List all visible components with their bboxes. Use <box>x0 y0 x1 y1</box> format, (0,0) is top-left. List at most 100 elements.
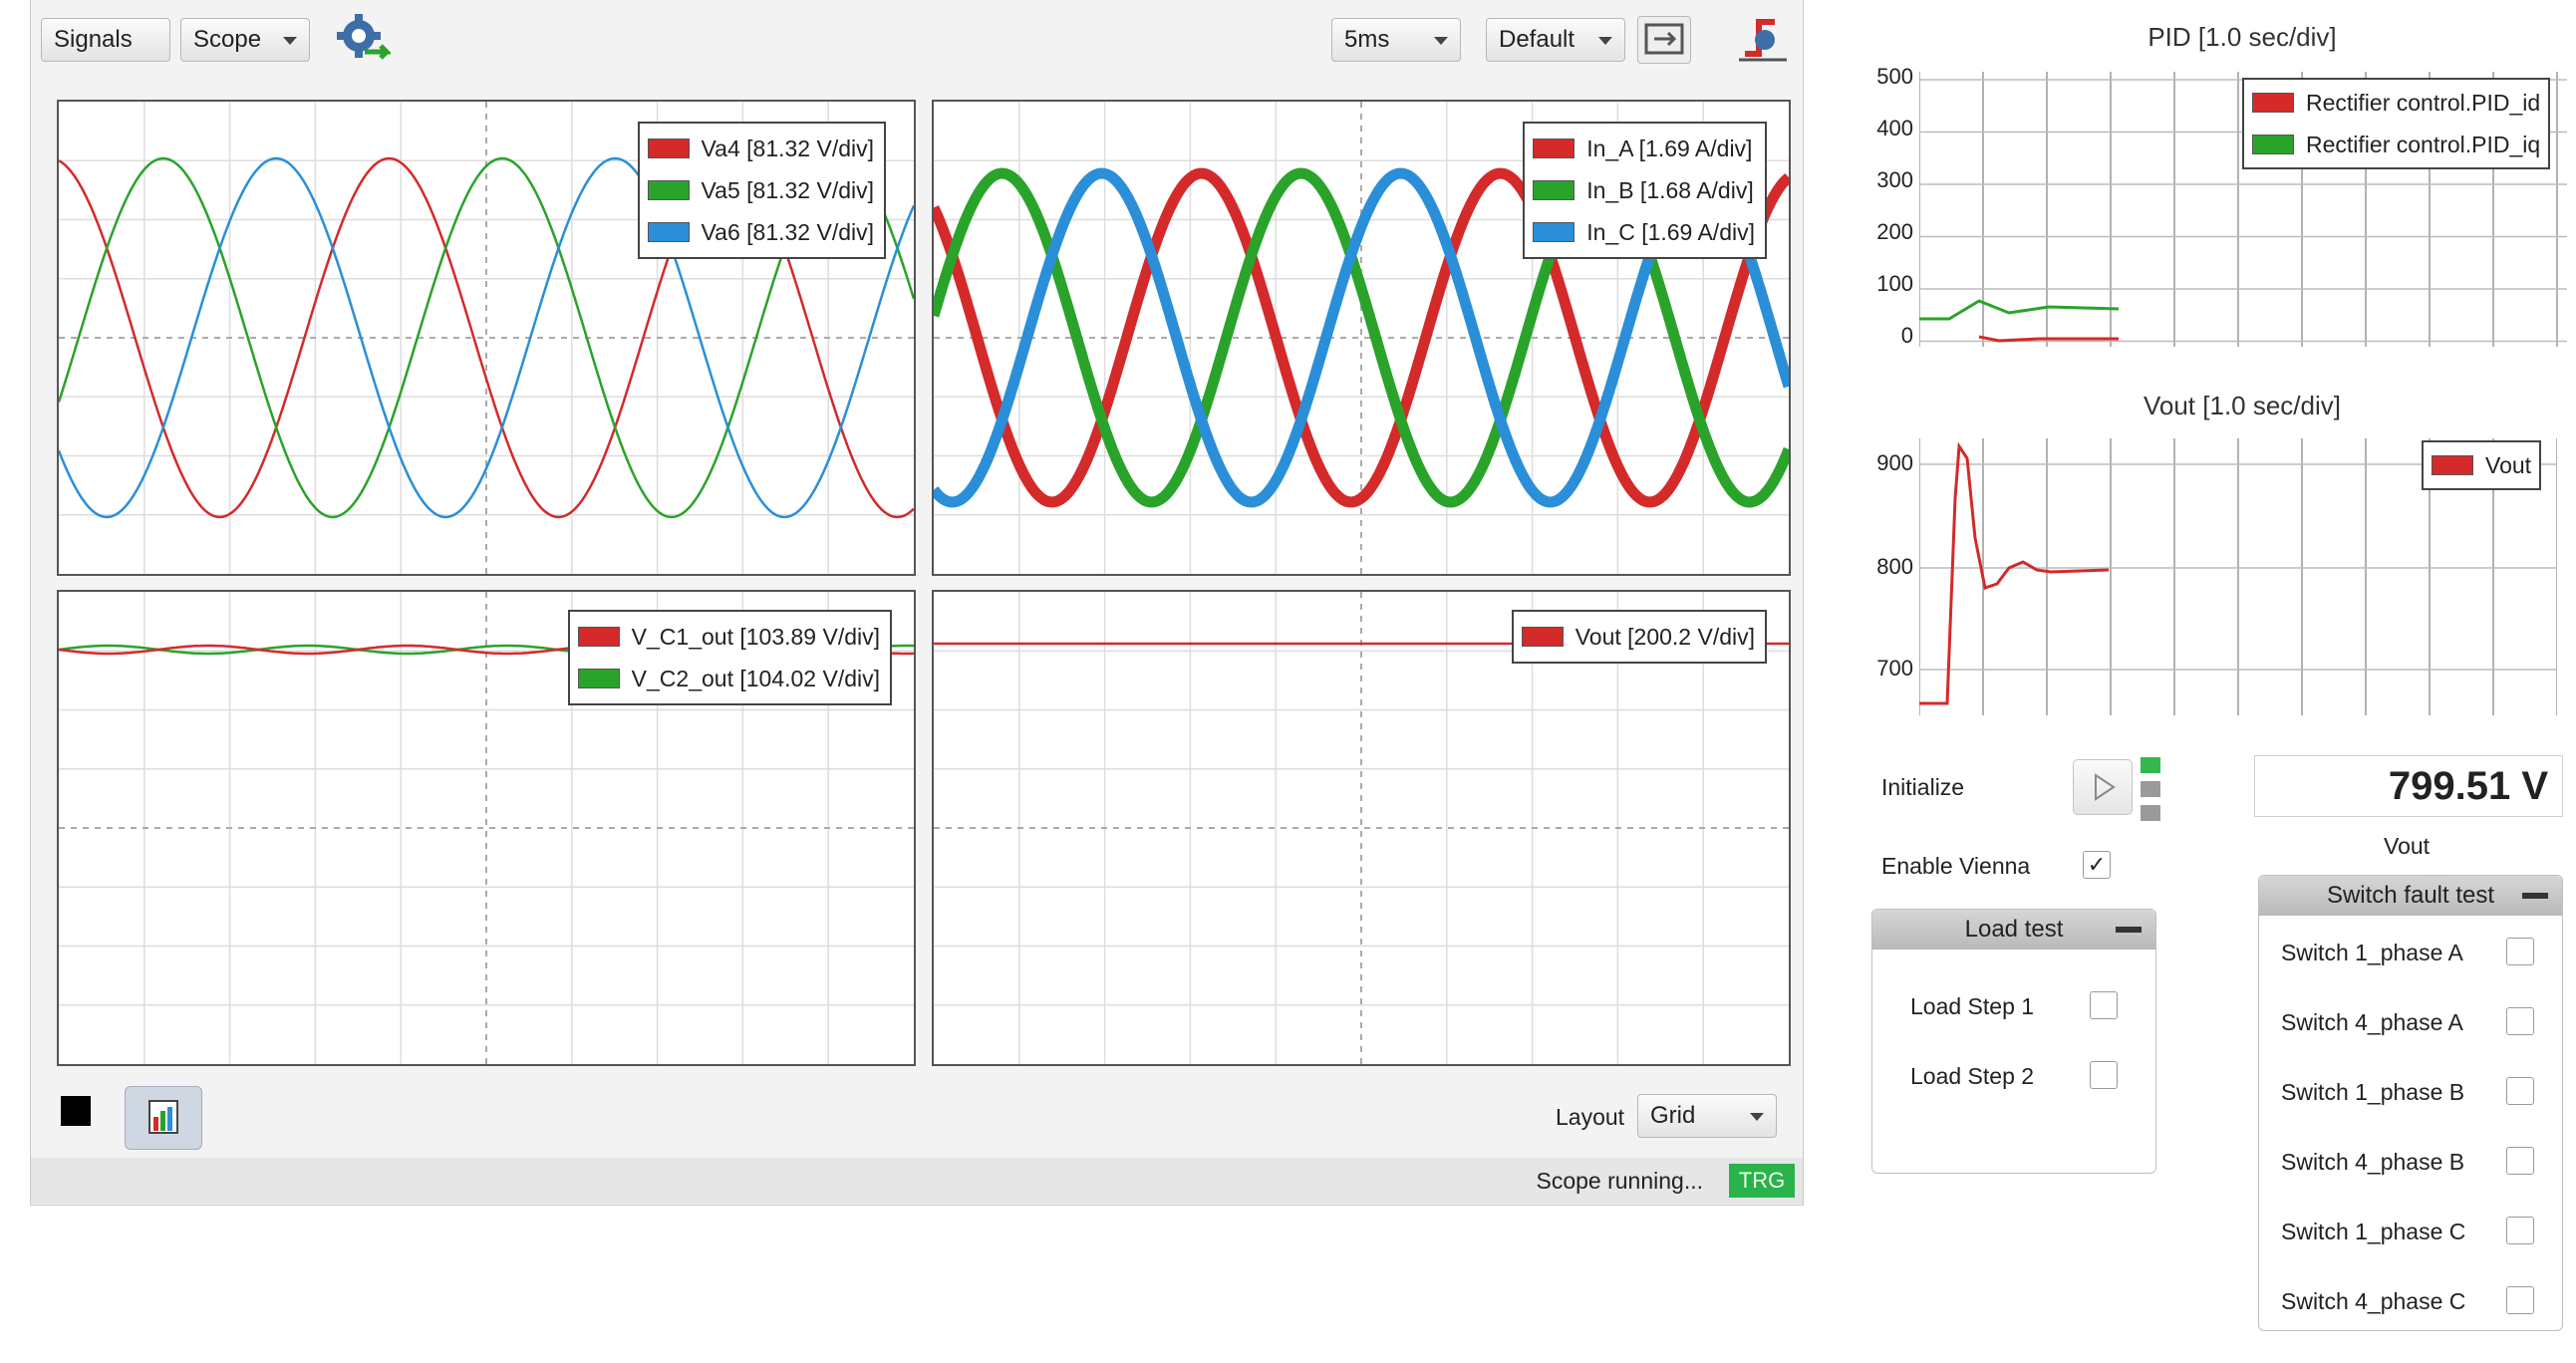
legend-item: Vout <box>2432 444 2531 486</box>
scope-plot-capacitor-voltages[interactable]: V_C1_out [103.89 V/div] V_C2_out [104.02… <box>57 590 916 1066</box>
legend-item: In_A [1.69 A/div] <box>1533 128 1755 169</box>
enable-vienna-checkbox[interactable]: ✓ <box>2083 851 2111 879</box>
vout-ytick: 800 <box>1876 554 1913 579</box>
vout-legend: Vout <box>2422 440 2542 490</box>
vout-chart-title: Vout [1.0 sec/div] <box>2143 391 2341 420</box>
chart-view-icon[interactable] <box>125 1086 202 1150</box>
vout-ytick: 900 <box>1876 450 1913 475</box>
vout-trend-trace <box>1919 441 2110 705</box>
legend-item: In_B [1.68 A/div] <box>1533 169 1755 211</box>
status-led-icon <box>2141 781 2160 797</box>
switch-fault-label: Switch 4_phase A <box>2281 1009 2463 1035</box>
switch-fault-checkbox[interactable] <box>2506 1007 2534 1035</box>
signals-button-label: Signals <box>54 26 133 53</box>
legend-item: In_C [1.69 A/div] <box>1533 211 1755 253</box>
pid-ytick: 100 <box>1876 271 1913 296</box>
pid-ytick: 300 <box>1876 167 1913 192</box>
legend-label: Vout <box>2485 451 2532 478</box>
chevron-down-icon <box>1434 37 1448 45</box>
plot-legend: Vout [200.2 V/div] <box>1511 610 1767 664</box>
play-icon <box>2095 773 2116 801</box>
switch-fault-label: Switch 4_phase C <box>2281 1288 2466 1314</box>
scope-panel: Signals Scope 5ms Default Va4 [81.32 V/d… <box>30 0 1804 1206</box>
load-step-1-checkbox[interactable] <box>2090 991 2118 1019</box>
switch-fault-label: Switch 4_phase B <box>2281 1149 2465 1175</box>
legend-item: Va4 [81.32 V/div] <box>647 128 874 169</box>
preset-value: Default <box>1499 26 1575 53</box>
legend-item: Va5 [81.32 V/div] <box>647 169 874 211</box>
status-led-icon <box>2141 805 2160 821</box>
minimize-icon[interactable] <box>2116 927 2142 933</box>
legend-label: V_C2_out [104.02 V/div] <box>631 665 880 691</box>
legend-label: Vout [200.2 V/div] <box>1574 623 1755 650</box>
legend-label: In_C [1.69 A/div] <box>1586 218 1755 245</box>
scope-select[interactable]: Scope <box>180 18 310 62</box>
status-text: Scope running... <box>1536 1168 1703 1194</box>
switch-fault-checkbox[interactable] <box>2506 1147 2534 1175</box>
enable-vienna-label: Enable Vienna <box>1881 853 2031 879</box>
switch-fault-checkbox[interactable] <box>2506 938 2534 965</box>
plot-legend: Va4 [81.32 V/div] Va5 [81.32 V/div] Va6 … <box>637 122 886 259</box>
pid-legend: Rectifier control.PID_id Rectifier contr… <box>2242 78 2551 169</box>
legend-item: V_C1_out [103.89 V/div] <box>577 616 880 658</box>
preset-select[interactable]: Default <box>1486 18 1625 62</box>
legend-label: Va4 [81.32 V/div] <box>701 135 874 161</box>
switch-fault-test-title: Switch fault test <box>2326 882 2495 909</box>
pid-id-trace <box>1978 335 2119 343</box>
pid-chart-title: PID [1.0 sec/div] <box>2147 22 2337 52</box>
load-test-group: Load test Load Step 1 Load Step 2 <box>1871 909 2156 1174</box>
load-step-1-label: Load Step 1 <box>1910 993 2035 1019</box>
switch-fault-checkbox[interactable] <box>2506 1077 2534 1105</box>
zoom-fit-icon[interactable] <box>1637 16 1691 64</box>
timebase-value: 5ms <box>1344 26 1390 53</box>
pid-ytick: 0 <box>1900 323 1913 348</box>
legend-item: Va6 [81.32 V/div] <box>647 211 874 253</box>
plot-legend: V_C1_out [103.89 V/div] V_C2_out [104.02… <box>567 610 892 705</box>
vout-display: 799.51 V <box>2254 755 2563 817</box>
timebase-select[interactable]: 5ms <box>1331 18 1461 62</box>
scope-plot-phase-currents[interactable]: In_A [1.69 A/div] In_B [1.68 A/div] In_C… <box>932 100 1791 576</box>
load-step-2-label: Load Step 2 <box>1910 1063 2035 1089</box>
status-bar: Scope running... TRG <box>31 1158 1803 1204</box>
legend-item: Rectifier control.PID_iq <box>2252 124 2540 165</box>
legend-label: In_A [1.69 A/div] <box>1586 135 1753 161</box>
legend-label: In_B [1.68 A/div] <box>1586 176 1754 203</box>
legend-item: V_C2_out [104.02 V/div] <box>577 658 880 699</box>
plot-legend: In_A [1.69 A/div] In_B [1.68 A/div] In_C… <box>1523 122 1767 259</box>
switch-fault-label: Switch 1_phase A <box>2281 940 2463 965</box>
pid-ytick: 500 <box>1876 64 1913 89</box>
chevron-down-icon <box>1598 37 1612 45</box>
legend-item: Rectifier control.PID_id <box>2252 82 2540 124</box>
pid-ytick: 200 <box>1876 219 1913 244</box>
scope-plot-vout[interactable]: Vout [200.2 V/div] <box>932 590 1791 1066</box>
switch-fault-test-group: Switch fault test Switch 1_phase A Switc… <box>2258 875 2563 1331</box>
load-test-header: Load test <box>1872 910 2155 950</box>
settings-gear-icon[interactable] <box>335 12 394 68</box>
initialize-label: Initialize <box>1881 774 1965 800</box>
legend-label: Rectifier control.PID_id <box>2306 89 2541 116</box>
minimize-icon[interactable] <box>2522 893 2548 899</box>
chevron-down-icon <box>1750 1113 1764 1121</box>
layout-value: Grid <box>1650 1102 1696 1129</box>
legend-label: Va6 [81.32 V/div] <box>701 218 874 245</box>
signals-button[interactable]: Signals <box>41 18 170 62</box>
color-swatch-icon[interactable] <box>61 1096 91 1126</box>
legend-item: Vout [200.2 V/div] <box>1521 616 1755 658</box>
vout-ytick: 700 <box>1876 656 1913 681</box>
pid-ytick: 400 <box>1876 116 1913 140</box>
switch-fault-checkbox[interactable] <box>2506 1286 2534 1314</box>
initialize-button[interactable] <box>2073 759 2133 815</box>
load-step-2-checkbox[interactable] <box>2090 1061 2118 1089</box>
switch-fault-label: Switch 1_phase C <box>2281 1219 2466 1244</box>
scope-plot-phase-voltages[interactable]: Va4 [81.32 V/div] Va5 [81.32 V/div] Va6 … <box>57 100 916 576</box>
trigger-badge: TRG <box>1729 1164 1795 1198</box>
legend-label: Rectifier control.PID_iq <box>2306 131 2541 157</box>
vout-display-caption: Vout <box>2384 833 2431 859</box>
layout-select[interactable]: Grid <box>1637 1094 1777 1138</box>
scope-select-label: Scope <box>193 26 262 53</box>
legend-label: V_C1_out [103.89 V/div] <box>631 623 880 650</box>
switch-fault-checkbox[interactable] <box>2506 1217 2534 1244</box>
trigger-icon[interactable] <box>1735 10 1791 66</box>
legend-label: Va5 [81.32 V/div] <box>701 176 874 203</box>
pid-iq-trace <box>1919 299 2120 321</box>
